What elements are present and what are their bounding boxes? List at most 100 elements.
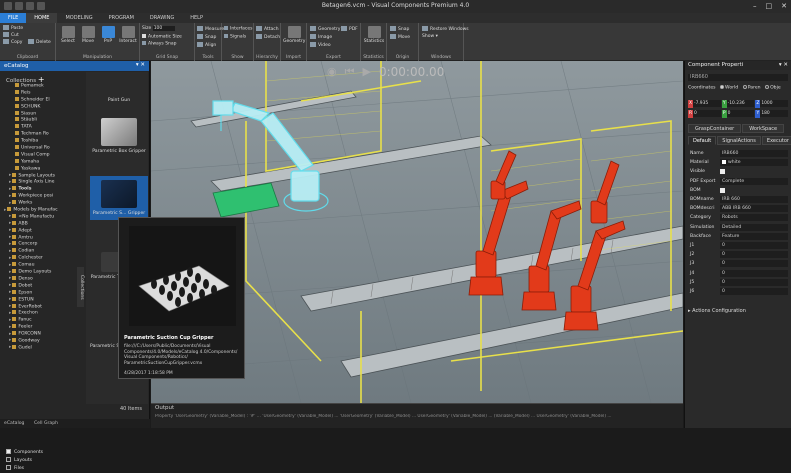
filter-components[interactable]: Components [6, 449, 43, 457]
filter-files[interactable]: Files [6, 465, 43, 473]
export-video-button[interactable]: Video [310, 42, 331, 48]
property-checkbox[interactable] [720, 187, 725, 193]
expand-arrow-icon[interactable]: ▸ [9, 276, 11, 281]
import-geometry-button[interactable]: Geometry [283, 26, 305, 44]
pnp-button[interactable]: PnP [100, 26, 116, 44]
axis-value[interactable]: -10.236 [726, 100, 755, 107]
yaw-field[interactable]: Y 180 [755, 110, 789, 118]
filter-layouts[interactable]: Layouts [6, 457, 43, 465]
roll-field[interactable]: R0 [688, 110, 721, 118]
expand-arrow-icon[interactable]: ▸ [9, 256, 11, 261]
tab-workspace[interactable]: WorkSpace [742, 124, 785, 133]
actions-configuration-section[interactable]: ▸ Actions Configuration [688, 308, 746, 314]
collection-item[interactable]: ▸ Colchester [4, 255, 72, 262]
collection-item[interactable]: SCHUNK [4, 103, 72, 111]
collection-item[interactable]: TATA [4, 124, 72, 131]
collection-item[interactable]: ▸ EverRobot [4, 303, 72, 311]
collection-item[interactable]: ▸ Arntru [4, 234, 72, 242]
property-value[interactable]: ABB IRB 660 [720, 205, 788, 213]
pin-icon[interactable]: ▾ ✕ [136, 62, 145, 68]
expand-arrow-icon[interactable]: ▸ [9, 332, 11, 337]
pitch-field[interactable]: P0 [721, 110, 755, 118]
collection-item[interactable]: ▸ Epson [4, 289, 72, 297]
property-value[interactable]: IRB 660 [720, 196, 788, 203]
collection-item[interactable]: ▸ ESTUN [4, 296, 72, 304]
tab-grasp-container[interactable]: GraspContainer [688, 124, 742, 133]
axis-value[interactable]: -7.935 [693, 100, 721, 107]
expand-arrow-icon[interactable]: ▸ [9, 270, 11, 275]
cut-button[interactable]: Cut [3, 32, 19, 38]
collection-item[interactable]: ▸ Dobot [4, 282, 72, 290]
attach-button[interactable]: Attach [256, 26, 279, 32]
collection-item[interactable]: Stäubli [4, 117, 72, 124]
collection-item[interactable]: Yamaha [4, 158, 72, 166]
expand-arrow-icon[interactable]: ▸ [9, 297, 11, 302]
statistics-button[interactable]: Statistics [363, 26, 385, 44]
collection-item[interactable]: ▸ Single Axis Line [4, 179, 72, 186]
collection-item[interactable]: Universal Ro [4, 145, 72, 152]
expand-arrow-icon[interactable]: ▸ [9, 311, 11, 316]
tab-executor[interactable]: Executor [761, 136, 791, 145]
property-value[interactable]: Detailed [720, 223, 788, 231]
property-value[interactable]: 0 [720, 260, 788, 268]
reset-icon[interactable]: ⏮ [345, 65, 355, 79]
collection-item[interactable]: ▸ Feeler [4, 324, 72, 331]
expand-arrow-icon[interactable]: ▸ [9, 338, 11, 343]
automatic-size-toggle[interactable]: Automatic Size [142, 34, 182, 40]
expand-arrow-icon[interactable]: ▸ [9, 194, 11, 199]
grid-size-input[interactable]: 100 [152, 26, 175, 31]
property-checkbox[interactable] [720, 169, 725, 175]
play-icon[interactable]: ▶ [363, 65, 371, 79]
tab-home[interactable]: HOME [26, 13, 58, 23]
export-image-button[interactable]: Image [310, 34, 332, 40]
collection-item[interactable]: Techman Ro [4, 131, 72, 138]
property-value[interactable]: 0 [720, 288, 788, 295]
collection-item[interactable]: ▸ Exechon [4, 310, 72, 317]
expand-arrow-icon[interactable]: ▸ [9, 214, 11, 219]
property-value[interactable]: 0 [720, 278, 788, 286]
expand-arrow-icon[interactable]: ▸ [9, 235, 11, 240]
radio-parent[interactable] [742, 85, 747, 89]
collection-item[interactable]: ▸ Demo Layouts [4, 269, 72, 276]
expand-arrow-icon[interactable]: ▸ [9, 345, 11, 350]
collection-item[interactable]: ▸ Codian [4, 248, 72, 255]
expand-arrow-icon[interactable]: ▸ [9, 304, 11, 309]
collection-item[interactable]: ▸ Cencorp [4, 241, 72, 248]
property-value[interactable]: Feature [720, 232, 788, 240]
expand-arrow-icon[interactable]: ▸ [9, 173, 11, 178]
delete-button[interactable]: Delete [28, 39, 51, 45]
expand-arrow-icon[interactable]: ▸ [9, 187, 11, 192]
paste-button[interactable]: Paste [3, 25, 23, 31]
move-button[interactable]: Move [80, 26, 96, 44]
collection-item[interactable]: ▸ Workpiece posi [4, 193, 72, 200]
axis-value[interactable]: 0 [693, 110, 721, 117]
collection-item[interactable]: Reis [4, 89, 72, 97]
thumbnail-item[interactable]: Parametric Box Gripper [90, 118, 148, 154]
tab-default[interactable]: Default [688, 136, 717, 145]
property-value[interactable]: 0 [720, 251, 788, 259]
collection-item[interactable]: Toshiba [4, 138, 72, 145]
tab-ecatalog[interactable]: eCatalog [4, 421, 24, 426]
export-pdf-button[interactable]: PDF [341, 26, 358, 32]
tab-file[interactable]: FILE [0, 13, 27, 23]
expand-arrow-icon[interactable]: ▸ [9, 263, 11, 268]
select-button[interactable]: Select [60, 26, 76, 44]
expand-arrow-icon[interactable]: ▸ [9, 180, 11, 185]
collections-side-tab[interactable]: Collections [77, 267, 84, 307]
property-value[interactable]: IRB660 [720, 150, 788, 157]
radio-world[interactable] [720, 85, 725, 89]
property-value[interactable]: white [720, 159, 788, 167]
property-value[interactable]: 0 [720, 269, 788, 277]
collection-item[interactable]: ▸ Models by Manufac [4, 207, 72, 214]
copy-button[interactable]: Copy [3, 39, 22, 45]
restore-windows-button[interactable]: Restore Windows [422, 26, 469, 32]
expand-arrow-icon[interactable]: ▸ [9, 221, 11, 226]
radio-object[interactable] [765, 85, 770, 89]
collection-item[interactable]: Yaskawa [4, 165, 72, 173]
tab-drawing[interactable]: DRAWING [142, 13, 182, 23]
collection-item[interactable]: Visual Comp [4, 151, 72, 159]
signals-toggle[interactable]: Signals [224, 34, 246, 40]
collection-item[interactable]: ▸ Fanuc [4, 317, 72, 324]
collection-item[interactable]: ▸ FOXCONN [4, 331, 72, 338]
collection-item[interactable]: Schneider El [4, 96, 72, 104]
